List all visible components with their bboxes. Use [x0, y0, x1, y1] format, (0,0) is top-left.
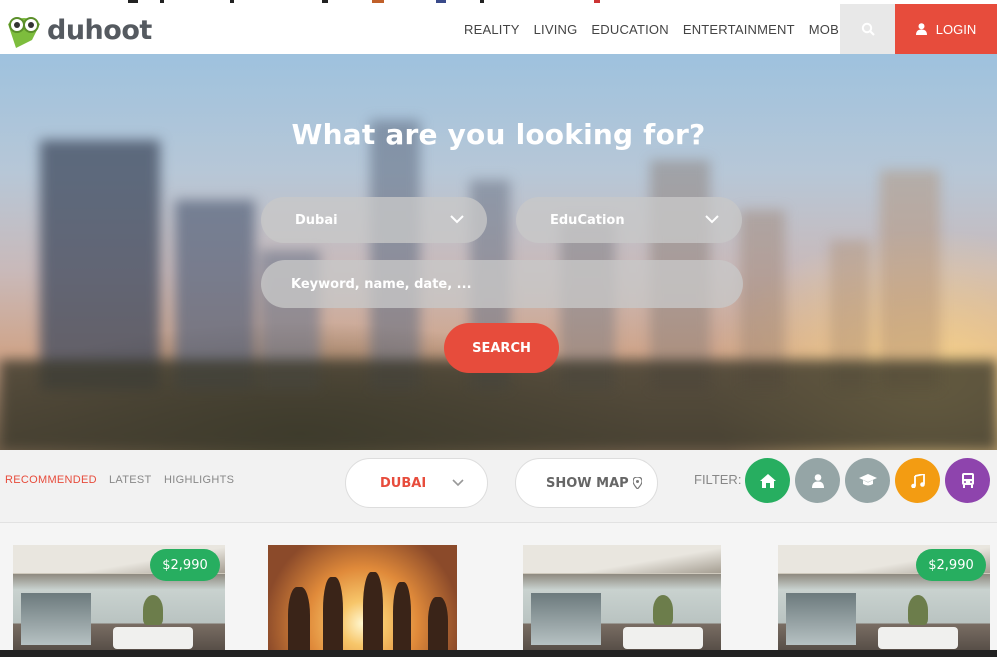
- category-select-value: EduCation: [550, 212, 625, 228]
- city-select-value: Dubai: [295, 212, 338, 228]
- search-button[interactable]: SEARCH: [444, 323, 559, 373]
- header-search-button[interactable]: [840, 4, 895, 54]
- price-badge: $2,990: [150, 549, 220, 581]
- filter-reality-button[interactable]: [745, 458, 790, 503]
- filter-mobility-button[interactable]: [945, 458, 990, 503]
- logo[interactable]: duhoot: [4, 8, 154, 52]
- tab-recommended[interactable]: RECOMMENDED: [5, 474, 97, 486]
- tab-highlights[interactable]: HIGHLIGHTS: [164, 474, 234, 486]
- filter-education-button[interactable]: [845, 458, 890, 503]
- price-badge: $2,990: [916, 549, 986, 581]
- browser-bottom-bar: [0, 650, 997, 657]
- graduation-cap-icon: [858, 474, 877, 486]
- hero-title: What are you looking for?: [291, 118, 706, 151]
- listing-card-1[interactable]: $2,990: [13, 545, 225, 657]
- login-button[interactable]: LOGIN: [895, 4, 997, 54]
- filter-living-button[interactable]: [795, 458, 840, 503]
- login-label: LOGIN: [935, 21, 977, 37]
- hero-search: What are you looking for? Dubai EduCatio…: [0, 54, 997, 450]
- show-map-label: SHOW MAP: [546, 475, 629, 491]
- user-icon: [811, 473, 824, 488]
- listing-cards: $2,990 $2,990: [0, 523, 997, 657]
- city-skyline-image: [0, 54, 997, 450]
- show-map-button[interactable]: SHOW MAP: [515, 458, 658, 508]
- brand-name: duhoot: [47, 14, 152, 46]
- listing-card-3[interactable]: [523, 545, 721, 657]
- music-icon: [910, 473, 925, 488]
- filter-bar: RECOMMENDED LATEST HIGHLIGHTS DUBAI SHOW…: [0, 450, 997, 523]
- city-dropdown-value: DUBAI: [380, 475, 427, 491]
- villa-image: [523, 545, 721, 657]
- map-pin-icon: [632, 477, 642, 489]
- listing-card-4[interactable]: $2,990: [778, 545, 990, 657]
- keyword-placeholder: Keyword, name, date, ...: [291, 276, 472, 292]
- owl-logo-icon: [4, 10, 44, 50]
- city-select[interactable]: Dubai: [261, 197, 487, 243]
- bus-icon: [961, 473, 974, 488]
- category-select[interactable]: EduCation: [516, 197, 742, 243]
- chevron-down-icon: [452, 479, 464, 487]
- nav-entertainment[interactable]: ENTERTAINMENT: [683, 22, 795, 37]
- tab-latest[interactable]: LATEST: [109, 474, 152, 486]
- site-header: duhoot REALITY LIVING EDUCATION ENTERTAI…: [0, 4, 997, 54]
- chevron-down-icon: [450, 215, 464, 224]
- nav-reality[interactable]: REALITY: [464, 22, 520, 37]
- party-image: [268, 545, 457, 657]
- city-dropdown[interactable]: DUBAI: [345, 458, 488, 508]
- filter-label: FILTER:: [694, 472, 742, 487]
- home-icon: [759, 473, 776, 488]
- nav-living[interactable]: LIVING: [534, 22, 578, 37]
- search-icon: [861, 22, 875, 36]
- user-icon: [915, 23, 927, 35]
- listing-card-2[interactable]: [268, 545, 457, 657]
- chevron-down-icon: [705, 215, 719, 224]
- keyword-input[interactable]: Keyword, name, date, ...: [261, 260, 743, 308]
- nav-education[interactable]: EDUCATION: [591, 22, 668, 37]
- main-nav: REALITY LIVING EDUCATION ENTERTAINMENT M…: [457, 4, 878, 54]
- filter-entertainment-button[interactable]: [895, 458, 940, 503]
